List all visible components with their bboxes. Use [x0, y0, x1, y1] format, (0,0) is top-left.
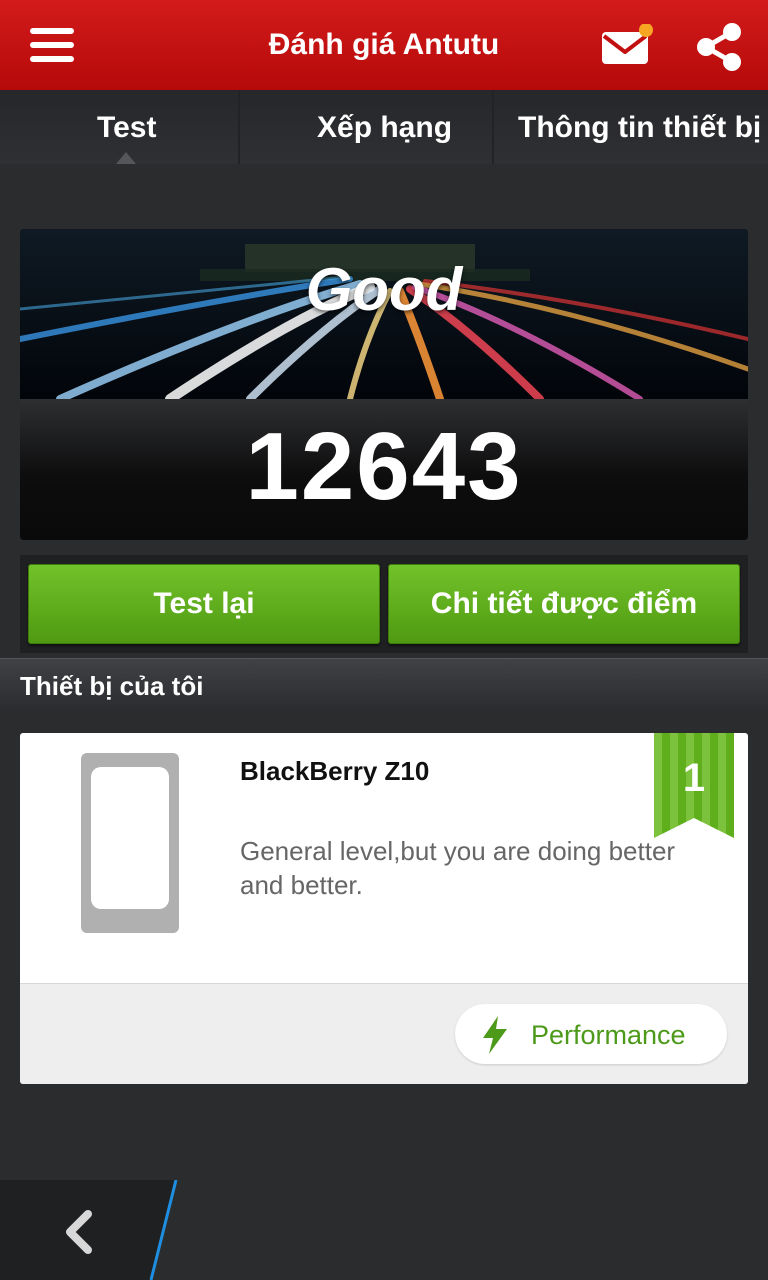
tab-divider [492, 90, 494, 164]
retest-button[interactable]: Test lại [28, 564, 380, 644]
bottom-navigation [0, 1180, 768, 1280]
performance-button[interactable]: Performance [455, 1004, 727, 1064]
active-tab-indicator [116, 152, 136, 164]
menu-icon[interactable] [30, 28, 74, 62]
tab-device-info[interactable]: Thông tin thiết bị [518, 90, 761, 164]
lightning-bolt-icon [483, 1016, 507, 1054]
tab-ranking[interactable]: Xếp hạng [317, 90, 452, 164]
performance-label: Performance [531, 1020, 686, 1050]
section-title: Thiết bị của tôi [20, 671, 204, 701]
tab-divider [238, 90, 240, 164]
device-description: General level,but you are doing better a… [240, 836, 676, 900]
benchmark-score: 12643 [245, 413, 523, 520]
phone-icon [81, 753, 179, 933]
mail-icon[interactable] [600, 24, 654, 66]
share-icon[interactable] [694, 22, 744, 72]
back-button[interactable] [0, 1180, 200, 1280]
score-details-button[interactable]: Chi tiết được điểm [388, 564, 740, 644]
score-grade: Good [305, 256, 463, 323]
rank-number: 1 [682, 756, 706, 800]
device-name: BlackBerry Z10 [240, 756, 430, 786]
